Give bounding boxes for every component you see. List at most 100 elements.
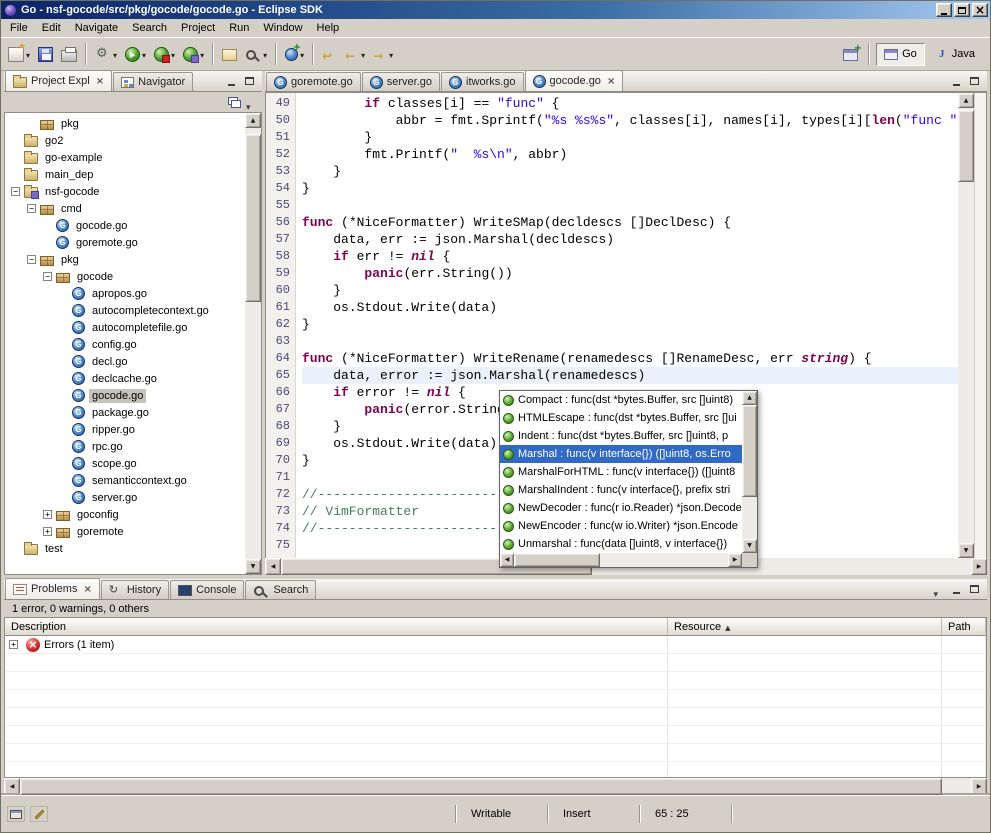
bottom-view-menu-button[interactable] xyxy=(930,582,947,597)
scroll-thumb[interactable] xyxy=(742,405,757,497)
code-line-64[interactable]: func (*NiceFormatter) WriteRename(rename… xyxy=(302,350,958,367)
fast-view-button[interactable] xyxy=(7,806,25,822)
view-tab-project-expl[interactable]: Project Expl xyxy=(5,70,112,91)
toolbar-button-forward[interactable] xyxy=(370,41,396,67)
problems-hscrollbar[interactable] xyxy=(4,778,987,795)
tree-item-go-example[interactable]: go-example xyxy=(5,149,245,166)
tree-item-pkg[interactable]: pkg xyxy=(5,115,245,132)
toolbar-button-last-edit[interactable] xyxy=(319,41,340,67)
autocomplete-item-indent[interactable]: Indent : func(dst *bytes.Buffer, src []u… xyxy=(500,427,742,445)
scroll-down-button[interactable] xyxy=(245,559,261,574)
code-line-57[interactable]: data, err := json.Marshal(decldescs) xyxy=(302,231,958,248)
tree-item-gocode[interactable]: −gocode xyxy=(5,268,245,285)
tree-item-test[interactable]: test xyxy=(5,540,245,557)
view-menu-icon[interactable] xyxy=(246,97,256,107)
autocomplete-item-htmlescape[interactable]: HTMLEscape : func(dst *bytes.Buffer, src… xyxy=(500,409,742,427)
maximize-editor-button[interactable] xyxy=(966,74,983,89)
autocomplete-item-newencoder[interactable]: NewEncoder : func(w io.Writer) *json.Enc… xyxy=(500,517,742,535)
toolbar-button-search-flashlight[interactable] xyxy=(242,41,270,67)
menu-item-window[interactable]: Window xyxy=(256,20,309,36)
tree-item-gocode-go[interactable]: gocode.go xyxy=(5,217,245,234)
tree-item-declcache-go[interactable]: declcache.go xyxy=(5,370,245,387)
toolbar-button-back[interactable] xyxy=(342,41,368,67)
code-line-50[interactable]: abbr = fmt.Sprintf("%s %s%s", classes[i]… xyxy=(302,112,958,129)
code-line-59[interactable]: panic(err.String()) xyxy=(302,265,958,282)
scroll-left-button[interactable] xyxy=(4,778,20,795)
toolbar-button-new-go-element[interactable] xyxy=(282,41,307,67)
bottom-tab-console[interactable]: Console xyxy=(170,580,244,599)
scroll-track[interactable] xyxy=(20,778,971,795)
scroll-up-button[interactable] xyxy=(958,93,974,108)
scroll-thumb[interactable] xyxy=(245,134,261,302)
toolbar-button-new-wizard[interactable] xyxy=(5,41,33,67)
scroll-thumb[interactable] xyxy=(20,778,942,795)
view-tab-navigator[interactable]: Navigator xyxy=(113,72,193,91)
title-bar[interactable]: Go - nsf-gocode/src/pkg/gocode/gocode.go… xyxy=(1,1,990,19)
collapse-all-icon[interactable] xyxy=(228,96,240,108)
scroll-thumb[interactable] xyxy=(514,553,600,567)
dropdown-arrow-icon[interactable] xyxy=(387,45,393,63)
tree-item-nsf-gocode[interactable]: −nsf-gocode xyxy=(5,183,245,200)
scroll-track[interactable] xyxy=(742,405,757,539)
tree-item-package-go[interactable]: package.go xyxy=(5,404,245,421)
editor-mark-button[interactable] xyxy=(30,806,48,822)
open-perspective-button[interactable] xyxy=(840,41,861,67)
code-line-54[interactable]: } xyxy=(302,180,958,197)
autocomplete-scrollbar[interactable] xyxy=(742,391,757,553)
toolbar-button-print[interactable] xyxy=(58,41,80,67)
scroll-up-button[interactable] xyxy=(245,113,261,128)
tree-expander[interactable]: + xyxy=(43,510,52,519)
maximize-view-button[interactable] xyxy=(241,74,258,89)
scroll-right-button[interactable] xyxy=(971,778,987,795)
editor-tab-gocode-go[interactable]: gocode.go xyxy=(525,70,624,91)
autocomplete-hscrollbar[interactable] xyxy=(500,553,742,567)
tree-item-gocode-go[interactable]: gocode.go xyxy=(5,387,245,404)
scroll-left-button[interactable] xyxy=(500,553,514,567)
dropdown-arrow-icon[interactable] xyxy=(111,45,117,63)
tree-scrollbar[interactable] xyxy=(245,113,261,574)
editor-tab-server-go[interactable]: server.go xyxy=(362,72,440,91)
bottom-tab-history[interactable]: History xyxy=(101,580,169,599)
menu-item-help[interactable]: Help xyxy=(310,20,347,36)
minimize-button[interactable] xyxy=(936,3,952,17)
minimize-editor-button[interactable] xyxy=(948,74,965,89)
column-header-path[interactable]: Path xyxy=(942,618,986,636)
code-line-53[interactable]: } xyxy=(302,163,958,180)
perspective-go-button[interactable]: Go xyxy=(876,43,925,66)
minimize-bottom-button[interactable] xyxy=(948,582,965,597)
autocomplete-item-compact[interactable]: Compact : func(dst *bytes.Buffer, src []… xyxy=(500,391,742,409)
menu-item-file[interactable]: File xyxy=(3,20,35,36)
tree-item-config-go[interactable]: config.go xyxy=(5,336,245,353)
row-expander[interactable]: + xyxy=(9,640,18,649)
scroll-thumb[interactable] xyxy=(958,110,974,182)
tree-item-semanticcontext-go[interactable]: semanticcontext.go xyxy=(5,472,245,489)
bottom-tab-search[interactable]: Search xyxy=(245,580,316,599)
bottom-tab-problems[interactable]: Problems xyxy=(5,578,100,599)
column-header-resource[interactable]: Resource xyxy=(668,618,942,636)
scroll-right-button[interactable] xyxy=(728,553,742,567)
menu-item-run[interactable]: Run xyxy=(222,20,256,36)
editor-tab-itworks-go[interactable]: itworks.go xyxy=(441,72,524,91)
toolbar-button-run[interactable] xyxy=(122,41,149,67)
scroll-down-button[interactable] xyxy=(742,539,757,553)
tree-expander[interactable]: − xyxy=(27,255,36,264)
column-header-description[interactable]: Description xyxy=(5,618,668,636)
scroll-down-button[interactable] xyxy=(958,543,974,558)
tree-expander[interactable]: − xyxy=(43,272,52,281)
scroll-left-button[interactable] xyxy=(265,558,281,575)
code-line-60[interactable]: } xyxy=(302,282,958,299)
minimize-view-button[interactable] xyxy=(223,74,240,89)
menu-item-edit[interactable]: Edit xyxy=(35,20,68,36)
code-line-58[interactable]: if err != nil { xyxy=(302,248,958,265)
menu-item-project[interactable]: Project xyxy=(174,20,222,36)
tree-item-rpc-go[interactable]: rpc.go xyxy=(5,438,245,455)
code-line-63[interactable] xyxy=(302,333,958,350)
dropdown-arrow-icon[interactable] xyxy=(359,45,365,63)
scroll-track[interactable] xyxy=(514,553,728,567)
toolbar-button-coverage[interactable] xyxy=(151,41,178,67)
autocomplete-item-newdecoder[interactable]: NewDecoder : func(r io.Reader) *json.Dec… xyxy=(500,499,742,517)
tree-item-ripper-go[interactable]: ripper.go xyxy=(5,421,245,438)
scroll-up-button[interactable] xyxy=(742,391,757,405)
editor-vscrollbar[interactable] xyxy=(958,93,974,558)
scroll-track[interactable] xyxy=(245,128,261,559)
